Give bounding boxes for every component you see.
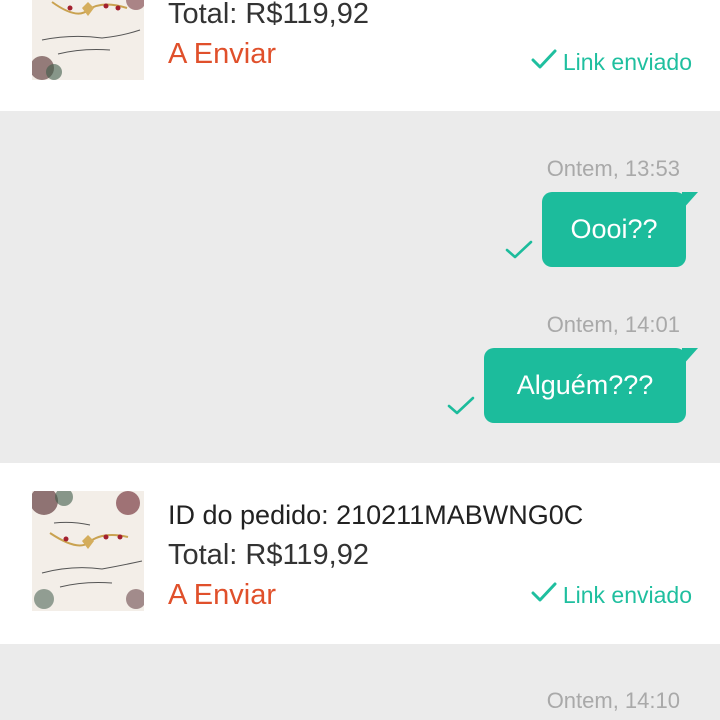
order-status: A Enviar [168,38,276,70]
message-bubble[interactable]: Alguém??? [484,348,698,423]
order-total: Total: R$119,92 [168,539,369,571]
order-info: ID do pedido: 210211MABWNG0C Total: R$11… [168,495,583,615]
message-text: Oooi?? [570,214,658,244]
order-card[interactable]: ID do pedido: 210211MABWNG0C Total: R$11… [0,463,720,644]
link-sent-indicator: Link enviado [531,581,692,609]
link-sent-label: Link enviado [562,581,692,608]
sent-check-icon [447,396,475,415]
product-thumbnail [32,491,144,611]
checkmark-icon [531,581,557,609]
sent-check-icon [505,240,533,259]
product-thumbnail [32,0,144,80]
order-status: A Enviar [168,579,276,611]
chat-screen: Total: R$119,92 A Enviar Link enviado On… [0,0,720,720]
message-timestamp: Ontem, 13:53 [546,156,680,181]
order-card[interactable]: Total: R$119,92 A Enviar Link enviado [0,0,720,111]
order-info: Total: R$119,92 A Enviar [168,0,369,74]
order-total: Total: R$119,92 [168,0,369,30]
message-timestamp: Ontem, 14:10 [546,688,680,713]
message-timestamp: Ontem, 14:01 [546,312,680,337]
message-text: Alguém??? [516,370,654,400]
message-bubble[interactable]: Oooi?? [542,192,698,267]
link-sent-indicator: Link enviado [531,48,692,76]
checkmark-icon [531,48,557,76]
link-sent-label: Link enviado [562,48,692,75]
order-id: ID do pedido: 210211MABWNG0C [168,500,584,530]
